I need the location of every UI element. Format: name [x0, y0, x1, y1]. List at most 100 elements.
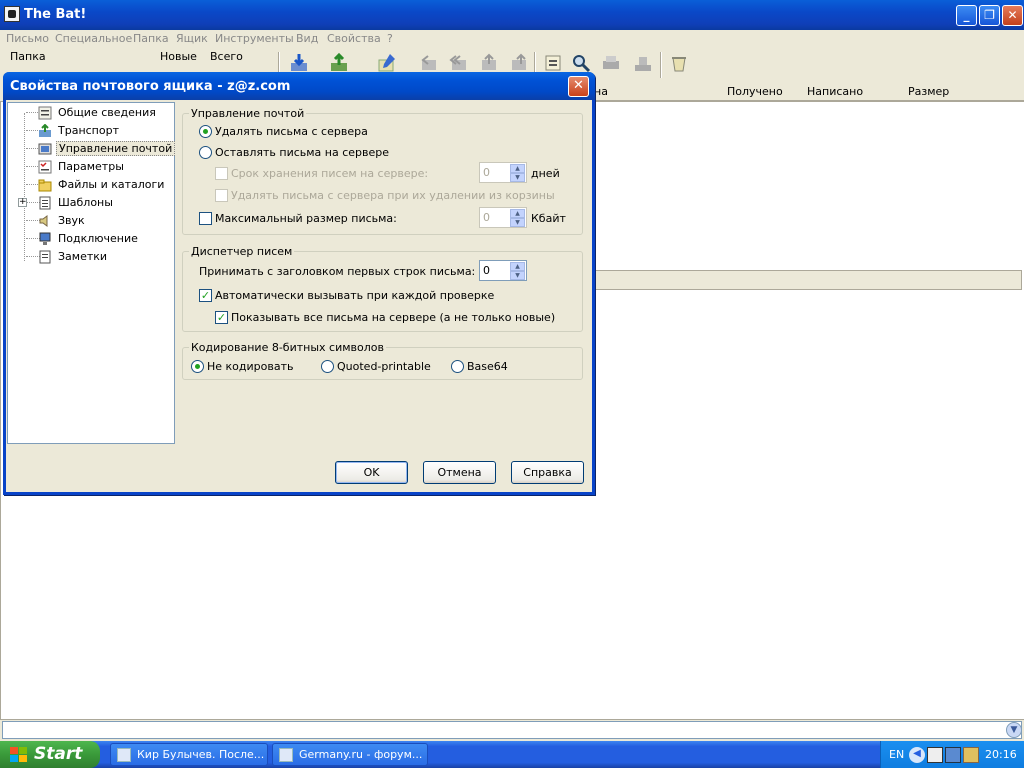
- tree-item-parameters[interactable]: Параметры: [8, 158, 176, 176]
- dialog-titlebar[interactable]: Свойства почтового ящика - z@z.com: [3, 72, 595, 100]
- encoding-qp-label[interactable]: Quoted-printable: [337, 360, 431, 373]
- retention-checkbox: [215, 167, 228, 180]
- system-tray: EN ◀ 20:16: [880, 741, 1024, 768]
- header-lines-spinner[interactable]: 0 ▲ ▼: [479, 260, 527, 281]
- ok-button[interactable]: OK: [335, 461, 408, 484]
- menu-item-special[interactable]: Специальное: [55, 32, 132, 45]
- language-indicator[interactable]: EN: [889, 748, 904, 761]
- delete-from-server-label[interactable]: Удалять письма с сервера: [215, 125, 368, 138]
- task-button-book[interactable]: Кир Булычев. После...: [110, 743, 268, 766]
- menu-item-help[interactable]: ?: [387, 32, 393, 45]
- new-column-header[interactable]: Новые: [160, 50, 197, 66]
- general-info-icon: [38, 106, 52, 120]
- mail-management-group-title: Управление почтой: [189, 107, 307, 120]
- restore-button[interactable]: ❐: [979, 5, 1000, 26]
- retention-unit: дней: [531, 167, 560, 180]
- encoding-qp-radio[interactable]: [321, 360, 334, 373]
- tree-item-mail-management[interactable]: Управление почтой: [8, 140, 176, 158]
- written-column-header[interactable]: Написано: [807, 85, 863, 98]
- task-button-forum[interactable]: Germany.ru - форум...: [272, 743, 428, 766]
- send-mail-icon[interactable]: [328, 52, 350, 74]
- menu-item-letter[interactable]: Письмо: [6, 32, 49, 45]
- main-titlebar[interactable]: The Bat! _ ❐ ✕: [0, 0, 1024, 30]
- network-icon[interactable]: [945, 747, 961, 763]
- menu-item-mailbox[interactable]: Ящик: [176, 32, 208, 45]
- find-icon[interactable]: [570, 52, 592, 74]
- trash-icon[interactable]: [668, 52, 690, 74]
- header-lines-label: Принимать с заголовком первых строк пись…: [199, 265, 476, 278]
- reply-icon: [418, 52, 440, 74]
- encoding-b64-label[interactable]: Base64: [467, 360, 508, 373]
- status-combo[interactable]: [2, 721, 1022, 739]
- mail-management-icon: [38, 142, 52, 156]
- tree-item-sound[interactable]: Звук: [8, 212, 176, 230]
- chevron-down-icon[interactable]: ▼: [1006, 722, 1022, 738]
- encoding-none-label[interactable]: Не кодировать: [207, 360, 294, 373]
- notes-icon: [38, 250, 52, 264]
- files-folders-icon: [38, 178, 52, 192]
- document-icon: [279, 748, 293, 762]
- show-all-label[interactable]: Показывать все письма на сервере (а не т…: [231, 311, 555, 324]
- leave-on-server-radio[interactable]: [199, 146, 212, 159]
- received-column-header[interactable]: Получено: [727, 85, 783, 98]
- dispatcher-group-title: Диспетчер писем: [189, 245, 295, 258]
- size-column-header[interactable]: Размер: [908, 85, 949, 98]
- windows-logo-icon: [10, 747, 28, 763]
- preview-splitter[interactable]: [594, 270, 1022, 290]
- menubar: Письмо Специальное Папка Ящик Инструмент…: [0, 30, 1024, 48]
- max-size-label[interactable]: Максимальный размер письма:: [215, 212, 397, 225]
- tree-item-files[interactable]: Файлы и каталоги: [8, 176, 176, 194]
- the-bat-tray-icon[interactable]: [927, 747, 943, 763]
- tree-item-notes[interactable]: Заметки: [8, 248, 176, 266]
- the-bat-app-icon: [4, 6, 20, 22]
- message-list-header: на Получено Написано Размер: [594, 83, 1024, 101]
- auto-invoke-label[interactable]: Автоматически вызывать при каждой провер…: [215, 289, 494, 302]
- get-mail-icon[interactable]: [288, 52, 310, 74]
- forward-icon: [478, 52, 500, 74]
- help-button[interactable]: Справка: [511, 461, 584, 484]
- delete-from-server-radio[interactable]: [199, 125, 212, 138]
- encoding-none-radio[interactable]: [191, 360, 204, 373]
- toolbar-separator: [660, 52, 662, 78]
- menu-item-tools[interactable]: Инструменты: [215, 32, 294, 45]
- chevron-left-icon[interactable]: ◀: [909, 747, 925, 763]
- leave-on-server-label[interactable]: Оставлять письма на сервере: [215, 146, 389, 159]
- parameters-icon: [38, 160, 52, 174]
- printer-tray-icon[interactable]: [963, 747, 979, 763]
- max-size-spinner: 0 ▲ ▼: [479, 207, 527, 228]
- dialog-title: Свойства почтового ящика - z@z.com: [10, 79, 291, 94]
- document-icon: [117, 748, 131, 762]
- templates-icon: [38, 196, 52, 210]
- start-button[interactable]: Start: [0, 741, 100, 768]
- close-button[interactable]: ✕: [1002, 5, 1023, 26]
- sound-icon: [38, 214, 52, 228]
- auto-invoke-checkbox[interactable]: ✓: [199, 289, 212, 302]
- encoding-b64-radio[interactable]: [451, 360, 464, 373]
- tree-item-connection[interactable]: Подключение: [8, 230, 176, 248]
- new-message-icon[interactable]: [376, 52, 398, 74]
- total-column-header[interactable]: Всего: [210, 50, 243, 66]
- delete-on-trash-checkbox: [215, 189, 228, 202]
- folder-column-header[interactable]: Папка: [10, 50, 46, 66]
- expand-templates-toggle[interactable]: +: [18, 198, 27, 207]
- max-size-checkbox[interactable]: [199, 212, 212, 225]
- tree-item-templates[interactable]: Шаблоны: [8, 194, 176, 212]
- tree-item-general[interactable]: Общие сведения: [8, 104, 176, 122]
- dialog-close-button[interactable]: ✕: [568, 76, 589, 97]
- reply-all-icon: [448, 52, 470, 74]
- address-book-icon[interactable]: [542, 52, 564, 74]
- show-all-checkbox[interactable]: ✓: [215, 311, 228, 324]
- menu-item-properties[interactable]: Свойства: [327, 32, 381, 45]
- menu-item-folder[interactable]: Папка: [133, 32, 169, 45]
- tree-item-transport[interactable]: Транспорт: [8, 122, 176, 140]
- app-title: The Bat!: [24, 7, 87, 22]
- cancel-button[interactable]: Отмена: [423, 461, 496, 484]
- properties-tree: Общие сведения Транспорт Управление почт…: [7, 102, 176, 444]
- transport-icon: [38, 123, 52, 138]
- retention-days-spinner: 0 ▲ ▼: [479, 162, 527, 183]
- menu-item-view[interactable]: Вид: [296, 32, 318, 45]
- connection-icon: [38, 232, 52, 246]
- clock[interactable]: 20:16: [985, 748, 1017, 761]
- sender-column-header[interactable]: на: [594, 85, 608, 98]
- minimize-button[interactable]: _: [956, 5, 977, 26]
